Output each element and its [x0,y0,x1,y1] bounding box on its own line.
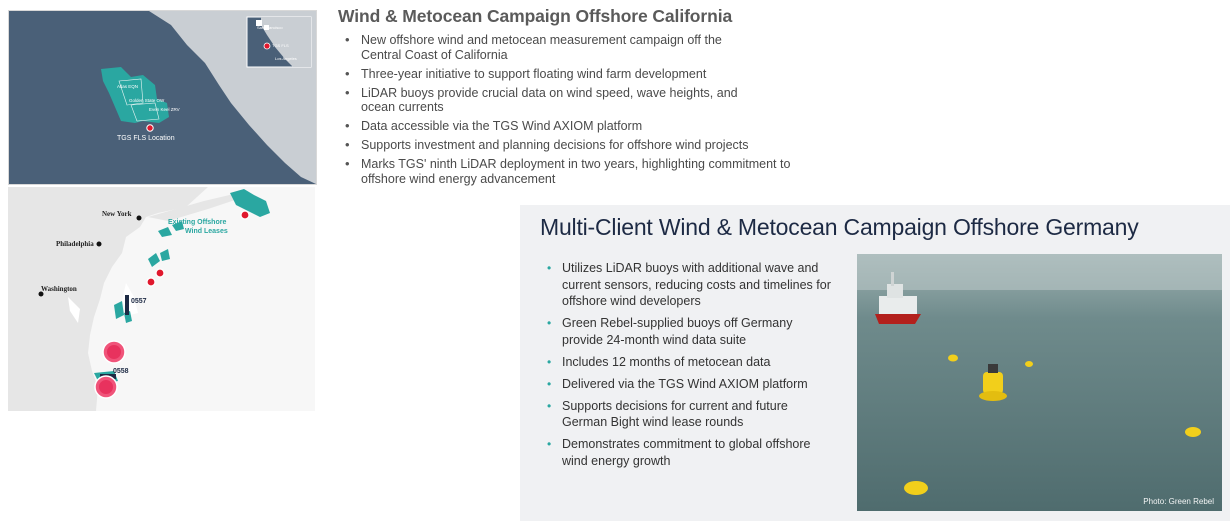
california-bullet: LiDAR buoys provide crucial data on wind… [338,86,771,115]
city-label-washington: Washington [41,285,77,293]
inset-label-la: Los Angeles [275,56,297,61]
red-marker-nj-2 [146,277,156,287]
area-label-0557: 0557 [131,298,147,305]
germany-bullet: Demonstrates commitment to global offsho… [542,436,832,469]
inset-label-fls: TGS FLS [272,43,289,48]
california-inset-map: San Francisco TGS FLS Los Angeles [246,16,312,68]
city-dot-philadelphia [96,241,102,247]
california-bullet: Supports investment and planning decisio… [338,138,808,153]
red-marker-nj-1 [155,268,165,278]
california-bullet-list: New offshore wind and metocean measureme… [338,33,808,186]
buoy-front-left [904,481,928,495]
buoy-front-right [1185,427,1201,437]
area-label-0558: 0558 [113,368,129,375]
fls-location-label: TGS FLS Location [117,135,175,142]
lease-legend-line2: Wind Leases [185,228,228,235]
city-label-philadelphia: Philadelphia [56,240,94,248]
inset-label-sf: San Francisco [257,25,283,30]
california-map: Atlas EQN Golden State OW Even Keel ZRV … [8,10,317,185]
east-coast-map: 0557 0558 New York Philadelphia Washingt… [8,187,315,411]
buoy-small-2 [1025,361,1033,367]
california-title: Wind & Metocean Campaign Offshore Califo… [338,6,733,26]
buoy-photo: Photo: Green Rebel [857,254,1222,511]
lease-label-golden: Golden State OW [129,98,165,103]
germany-bullet-list: Utilizes LiDAR buoys with additional wav… [542,260,832,475]
california-bullet: Data accessible via the TGS Wind AXIOM p… [338,119,808,134]
california-bullet: New offshore wind and metocean measureme… [338,33,761,62]
germany-bullet: Supports decisions for current and futur… [542,398,832,431]
germany-bullet: Includes 12 months of metocean data [542,354,832,371]
buoy-small-1 [948,354,958,362]
germany-section: Multi-Client Wind & Metocean Campaign Of… [520,205,1230,521]
fls-location-marker [146,124,154,132]
lease-label-even: Even Keel ZRV [149,107,180,112]
photo-credit: Photo: Green Rebel [1143,497,1214,506]
california-bullet: Marks TGS' ninth LiDAR deployment in two… [338,157,791,186]
city-dot-newyork [136,215,142,221]
california-section: Wind & Metocean Campaign Offshore Califo… [338,6,808,191]
germany-title: Multi-Client Wind & Metocean Campaign Of… [540,214,1139,240]
red-marker-ne [240,210,250,220]
germany-bullet: Delivered via the TGS Wind AXIOM platfor… [542,376,832,393]
germany-bullet: Utilizes LiDAR buoys with additional wav… [542,260,832,310]
california-bullet: Three-year initiative to support floatin… [338,67,808,82]
area-marker-0557 [125,295,129,315]
city-label-newyork: New York [102,210,132,218]
germany-bullet: Green Rebel-supplied buoys off Germany p… [542,315,832,348]
lease-legend-line1: Existing Offshore [168,219,226,226]
lease-label-atlas: Atlas EQN [117,84,138,89]
